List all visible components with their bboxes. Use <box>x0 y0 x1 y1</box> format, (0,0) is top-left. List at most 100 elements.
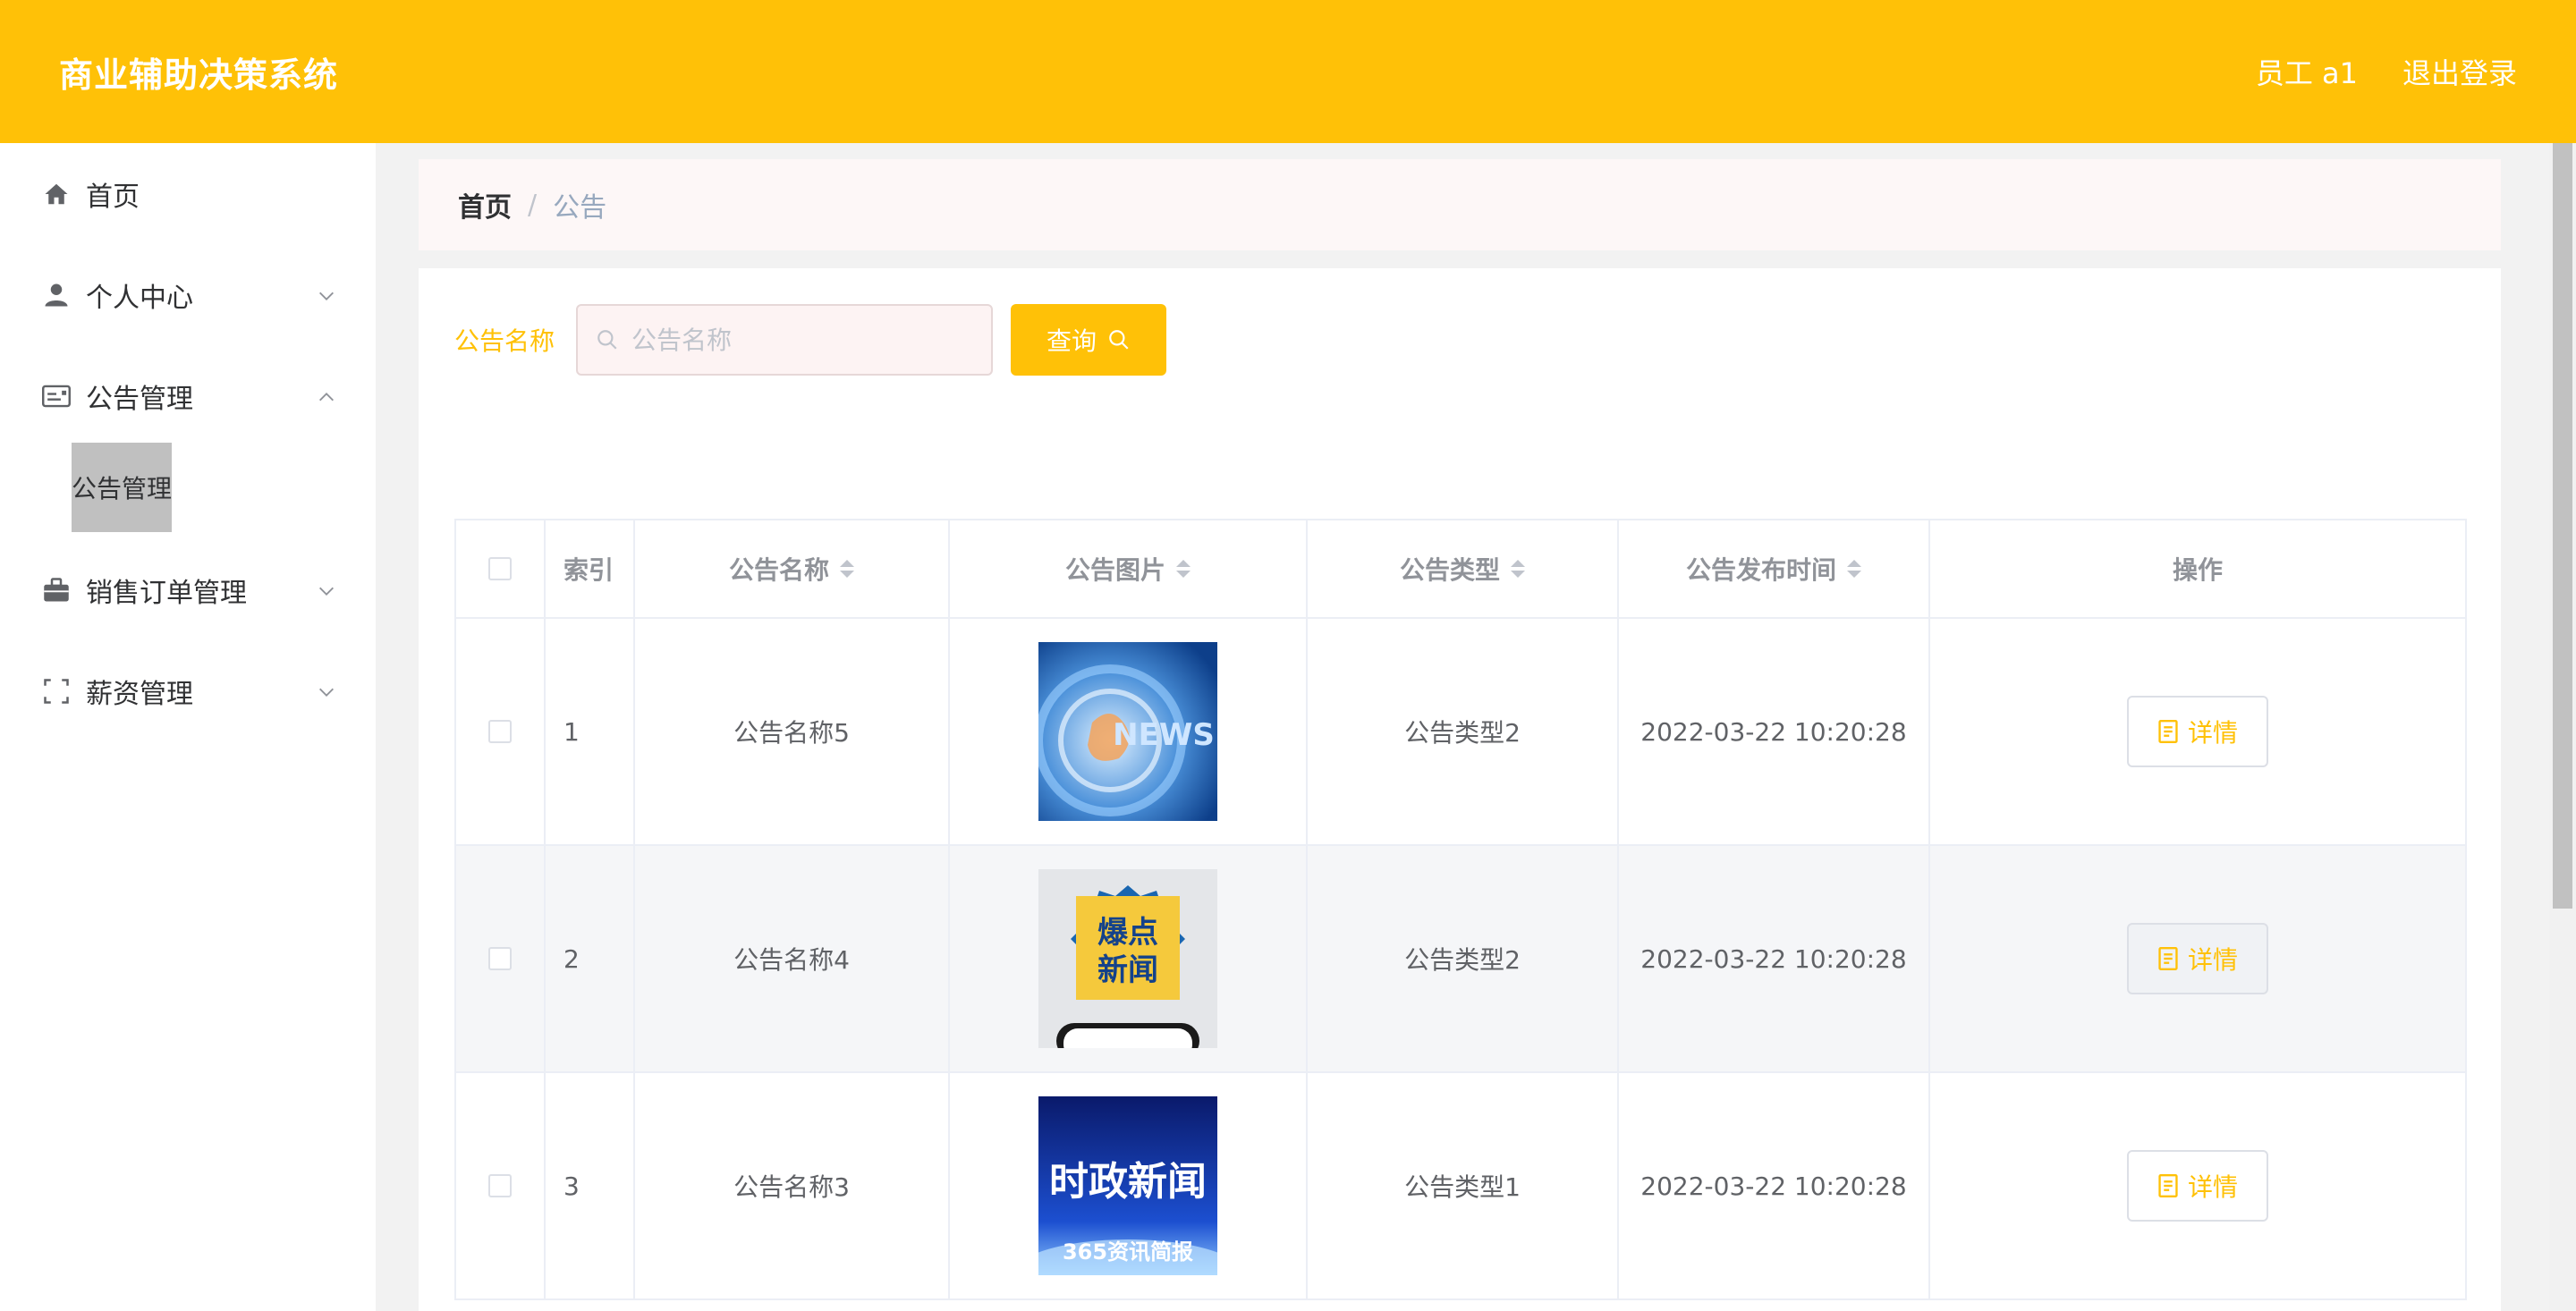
chevron-up-icon <box>319 392 334 401</box>
sort-icon[interactable] <box>1511 560 1525 578</box>
detail-button[interactable]: 详情 <box>2127 696 2268 767</box>
row-check-cell <box>456 846 546 1071</box>
sort-icon[interactable] <box>1847 560 1861 578</box>
detail-button-label: 详情 <box>2187 1172 2238 1202</box>
row-checkbox[interactable] <box>488 947 512 970</box>
column-header-label: 公告类型 <box>1399 555 1500 585</box>
search-form: 公告名称 查询 <box>454 304 1167 376</box>
sidebar-item-label: 薪资管理 <box>86 678 193 710</box>
row-time: 2022-03-22 10:20:28 <box>1619 846 1930 1071</box>
row-time: 2022-03-22 10:20:28 <box>1619 619 1930 844</box>
column-header-label: 公告发布时间 <box>1685 555 1836 585</box>
top-header: 商业辅助决策系统 员工 a1 退出登录 <box>0 0 2576 143</box>
row-actions: 详情 <box>1930 1073 2465 1298</box>
column-header-actions: 操作 <box>2172 555 2223 585</box>
sidebar-subitem-notice-management[interactable]: 公告管理 <box>72 443 172 532</box>
row-actions: 详情 <box>1930 619 2465 844</box>
row-type: 公告类型2 <box>1308 846 1619 1071</box>
chevron-down-icon <box>319 587 334 596</box>
row-time: 2022-03-22 10:20:28 <box>1619 1073 1930 1298</box>
search-label: 公告名称 <box>454 326 555 356</box>
search-input-wrapper <box>576 304 994 376</box>
breadcrumb-current: 公告 <box>553 192 607 224</box>
detail-button[interactable]: 详情 <box>2127 1150 2268 1222</box>
thumbnail-text-line2: 新闻 <box>1097 952 1158 988</box>
row-type: 公告类型1 <box>1308 1073 1619 1298</box>
row-name: 公告名称5 <box>635 619 950 844</box>
thumbnail-subtitle: 365资讯简报 <box>1063 1239 1193 1264</box>
column-header-name[interactable]: 公告名称 <box>635 520 950 617</box>
detail-button[interactable]: 详情 <box>2127 923 2268 994</box>
notice-thumbnail[interactable]: NEWS <box>1038 642 1217 821</box>
briefcase-icon <box>41 575 72 605</box>
row-index: 2 <box>546 846 635 1071</box>
sidebar-item-label: 公告管理 <box>86 383 193 415</box>
sidebar-item-label: 首页 <box>86 181 140 213</box>
search-button-label: 查询 <box>1046 326 1097 356</box>
document-icon <box>2158 720 2178 743</box>
search-button[interactable]: 查询 <box>1011 304 1167 376</box>
breadcrumb-home[interactable]: 首页 <box>458 185 512 224</box>
column-header-label: 公告名称 <box>728 555 829 585</box>
column-header-label: 公告图片 <box>1064 555 1165 585</box>
sidebar-item-label: 个人中心 <box>86 282 193 314</box>
row-index: 1 <box>546 619 635 844</box>
table-row: 3 公告名称3 时政新闻 365资讯简报 公告类型1 2022-03-22 10… <box>456 1073 2465 1300</box>
row-image-cell: 爆点 新闻 <box>950 846 1308 1071</box>
scrollbar-thumb[interactable] <box>2553 143 2572 909</box>
thumbnail-title: 时政新闻 <box>1049 1159 1207 1205</box>
document-icon <box>2158 947 2178 970</box>
column-header-image[interactable]: 公告图片 <box>950 520 1308 617</box>
sidebar-item-salary[interactable]: 薪资管理 <box>0 640 376 741</box>
row-image-cell: 时政新闻 365资讯简报 <box>950 1073 1308 1298</box>
thumbnail-text-line1: 爆点 <box>1097 915 1158 951</box>
row-checkbox[interactable] <box>488 1174 512 1197</box>
user-icon <box>41 280 72 310</box>
row-name: 公告名称4 <box>635 846 950 1071</box>
chevron-down-icon <box>319 688 334 697</box>
column-header-time[interactable]: 公告发布时间 <box>1619 520 1930 617</box>
home-icon <box>41 179 72 209</box>
sort-icon[interactable] <box>840 560 854 578</box>
detail-button-label: 详情 <box>2187 718 2238 748</box>
search-icon <box>1109 330 1129 350</box>
breadcrumb-separator: / <box>528 189 538 221</box>
sidebar-item-home[interactable]: 首页 <box>0 143 376 244</box>
sort-icon[interactable] <box>1176 560 1191 578</box>
page-scrollbar[interactable] <box>2549 143 2576 1311</box>
column-header-type[interactable]: 公告类型 <box>1308 520 1619 617</box>
search-icon <box>597 330 617 350</box>
detail-button-label: 详情 <box>2187 945 2238 975</box>
notice-thumbnail[interactable]: 时政新闻 365资讯简报 <box>1038 1096 1217 1275</box>
row-index: 3 <box>546 1073 635 1298</box>
user-label: 员工 a1 <box>2255 56 2358 90</box>
header-user-area: 员工 a1 退出登录 <box>2256 51 2517 92</box>
frame-icon <box>41 676 72 706</box>
row-name: 公告名称3 <box>635 1073 950 1298</box>
row-type: 公告类型2 <box>1308 619 1619 844</box>
thumbnail-text: NEWS <box>1113 717 1215 753</box>
row-checkbox[interactable] <box>488 720 512 743</box>
notice-table: 索引 公告名称 公告图片 公告类型 公告发布时间 操作 1 公告名称5 NEWS… <box>454 519 2467 1300</box>
sidebar-item-notice-management[interactable]: 公告管理 <box>0 345 376 446</box>
document-icon <box>2158 1174 2178 1197</box>
table-row: 1 公告名称5 NEWS 公告类型2 2022-03-22 10:20:28 详… <box>456 619 2465 846</box>
select-all-checkbox[interactable] <box>488 557 512 580</box>
sidebar: 首页 个人中心 公告管理 公告管理 销售订单管理 薪资管理 <box>0 143 376 1311</box>
sidebar-item-profile[interactable]: 个人中心 <box>0 244 376 345</box>
sidebar-item-sales-orders[interactable]: 销售订单管理 <box>0 539 376 640</box>
main-panel: 公告名称 查询 索引 公告名称 公告图片 公告类型 <box>419 268 2501 1311</box>
sidebar-item-label: 销售订单管理 <box>86 577 247 609</box>
notice-thumbnail[interactable]: 爆点 新闻 <box>1038 869 1217 1048</box>
logout-button[interactable]: 退出登录 <box>2402 51 2517 92</box>
chevron-down-icon <box>319 292 334 300</box>
app-title: 商业辅助决策系统 <box>59 55 339 95</box>
column-header-index: 索引 <box>546 520 635 617</box>
row-image-cell: NEWS <box>950 619 1308 844</box>
row-check-cell <box>456 1073 546 1298</box>
breadcrumb: 首页 / 公告 <box>419 159 2501 250</box>
row-actions: 详情 <box>1930 846 2465 1071</box>
row-check-cell <box>456 619 546 844</box>
table-row: 2 公告名称4 爆点 新闻 公告类型2 2022-03-22 10:20:28 <box>456 846 2465 1073</box>
search-input[interactable] <box>631 325 972 355</box>
